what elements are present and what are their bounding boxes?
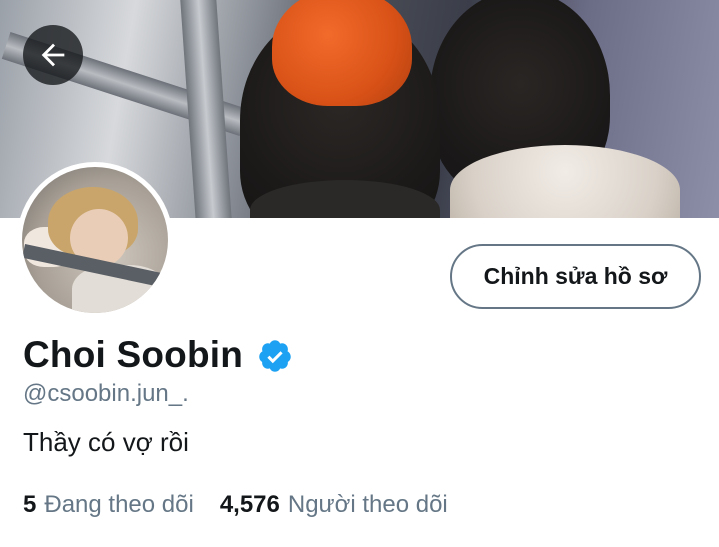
user-handle: @csoobin.jun_. — [23, 380, 189, 407]
verified-badge-icon — [259, 340, 291, 372]
profile-avatar[interactable] — [17, 162, 173, 318]
back-button[interactable] — [23, 25, 83, 85]
followers-stat[interactable]: 4,576 Người theo dõi — [220, 491, 448, 519]
followers-label: Người theo dõi — [287, 491, 448, 518]
following-stat[interactable]: 5 Đang theo dõi — [23, 491, 194, 519]
profile-bio: Thầy có vợ rồi — [23, 427, 189, 457]
profile-name-row: Choi Soobin — [23, 333, 293, 377]
edit-profile-button[interactable]: Chỉnh sửa hồ sơ — [450, 244, 701, 309]
banner-orange-hair — [272, 0, 412, 106]
following-label: Đang theo dõi — [44, 491, 194, 518]
follow-stats: 5 Đang theo dõi 4,576 Người theo dõi — [23, 491, 448, 519]
following-count: 5 — [23, 491, 37, 518]
followers-count: 4,576 — [219, 491, 280, 518]
avatar-image — [22, 167, 168, 313]
arrow-left-icon — [41, 43, 65, 67]
display-name: Choi Soobin — [23, 334, 244, 375]
